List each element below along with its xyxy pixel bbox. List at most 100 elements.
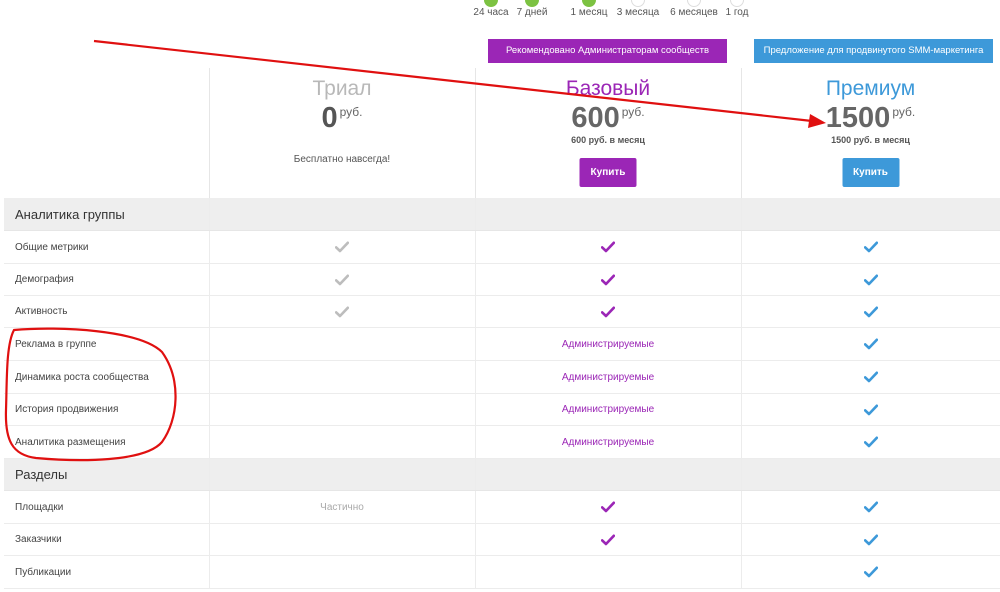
check-icon (864, 241, 878, 253)
feature-row: Площадки Частично (4, 491, 1000, 524)
check-icon (864, 404, 878, 416)
check-icon (601, 534, 615, 546)
cell-basic (475, 524, 741, 555)
plan-trial: Триал 0руб. Бесплатно навсегда! (209, 68, 475, 198)
administered-note: Администрируемые (562, 372, 654, 383)
period-dot[interactable] (631, 0, 645, 7)
check-icon (864, 566, 878, 578)
feature-row: Динамика роста сообществаАдминистрируемы… (4, 361, 1000, 394)
cell-trial (209, 394, 475, 425)
column-divider (209, 198, 210, 230)
plan-name: Базовый (475, 77, 741, 101)
check-icon (601, 241, 615, 253)
period-dot[interactable] (687, 0, 701, 7)
section-title: Аналитика группы (15, 198, 125, 230)
column-divider (741, 198, 742, 230)
basic-recommendation-banner: Рекомендовано Администраторам сообществ (488, 39, 727, 63)
period-label[interactable]: 6 месяцев (670, 7, 718, 18)
check-icon (864, 306, 878, 318)
price-per-month: 600 руб. в месяц (475, 135, 741, 145)
check-icon (601, 274, 615, 286)
free-note: Бесплатно навсегда! (209, 154, 475, 165)
period-dot[interactable] (582, 0, 596, 7)
plan-basic: Базовый 600руб. 600 руб. в месяц Купить (475, 68, 741, 198)
administered-note: Администрируемые (562, 404, 654, 415)
check-icon (864, 501, 878, 513)
cell-premium (741, 394, 1000, 425)
price-amount: 0 (321, 102, 337, 134)
cell-basic: Администрируемые (475, 394, 741, 425)
check-icon (601, 306, 615, 318)
period-selector: 24 часа 7 дней 1 месяц 3 месяца 6 месяцев 1 г… (466, 0, 766, 24)
check-icon (864, 274, 878, 286)
period-dot[interactable] (484, 0, 498, 7)
period-dot[interactable] (525, 0, 539, 7)
cell-trial (209, 426, 475, 458)
check-icon (864, 338, 878, 350)
cell-premium (741, 328, 1000, 360)
check-icon (335, 241, 349, 253)
column-divider (475, 459, 476, 490)
feature-label: Общие метрики (15, 231, 88, 263)
price-per-month: 1500 руб. в месяц (741, 135, 1000, 145)
period-label[interactable]: 1 месяц (571, 7, 608, 18)
administered-note: Администрируемые (562, 339, 654, 350)
period-label[interactable]: 3 месяца (617, 7, 659, 18)
plan-premium: Премиум 1500руб. 1500 руб. в месяц Купит… (741, 68, 1000, 198)
feature-label: Площадки (15, 491, 63, 523)
cell-basic (475, 491, 741, 523)
feature-row: Общие метрики (4, 231, 1000, 264)
price-amount: 1500 (826, 102, 891, 134)
section-header-row: Аналитика группы (4, 198, 1000, 231)
cell-premium (741, 361, 1000, 393)
check-icon (864, 436, 878, 448)
cell-basic: Администрируемые (475, 426, 741, 458)
administered-note: Администрируемые (562, 437, 654, 448)
period-label[interactable]: 24 часа (473, 7, 508, 18)
check-icon (864, 534, 878, 546)
cell-trial (209, 361, 475, 393)
plan-name: Премиум (741, 77, 1000, 101)
feature-row: История продвижения Администрируемые (4, 394, 1000, 426)
cell-premium (741, 491, 1000, 523)
plan-price: 0руб. (209, 102, 475, 135)
feature-row: Аналитика размещенияАдминистрируемые (4, 426, 1000, 459)
section-header-row: Разделы (4, 459, 1000, 491)
check-icon (864, 371, 878, 383)
feature-row: Реклама в группеАдминистрируемые (4, 328, 1000, 361)
price-currency: руб. (892, 105, 915, 119)
column-divider (209, 459, 210, 490)
period-label[interactable]: 1 год (726, 7, 749, 18)
period-dot[interactable] (730, 0, 744, 7)
cell-trial: Частично (209, 491, 475, 523)
plan-price: 600руб. (475, 102, 741, 135)
feature-row: Публикации (4, 556, 1000, 589)
cell-trial (209, 231, 475, 263)
cell-premium (741, 426, 1000, 458)
check-icon (335, 274, 349, 286)
check-icon (335, 306, 349, 318)
price-currency: руб. (340, 105, 363, 119)
cell-basic (475, 556, 741, 588)
buy-basic-button[interactable]: Купить (580, 158, 637, 187)
feature-label: Заказчики (15, 524, 62, 555)
cell-basic: Администрируемые (475, 361, 741, 393)
cell-basic (475, 264, 741, 295)
cell-premium (741, 231, 1000, 263)
cell-trial (209, 328, 475, 360)
cell-trial (209, 556, 475, 588)
feature-label: Демография (15, 264, 74, 295)
buy-premium-button[interactable]: Купить (842, 158, 899, 187)
period-label[interactable]: 7 дней (517, 7, 548, 18)
feature-label: Активность (15, 296, 68, 327)
cell-premium (741, 556, 1000, 588)
cell-premium (741, 524, 1000, 555)
partial-note: Частично (320, 502, 364, 513)
feature-label: История продвижения (15, 394, 118, 425)
cell-premium (741, 296, 1000, 327)
feature-row: Заказчики (4, 524, 1000, 556)
price-amount: 600 (571, 102, 619, 134)
check-icon (601, 501, 615, 513)
feature-row: Активность (4, 296, 1000, 328)
feature-label: Публикации (15, 556, 71, 588)
